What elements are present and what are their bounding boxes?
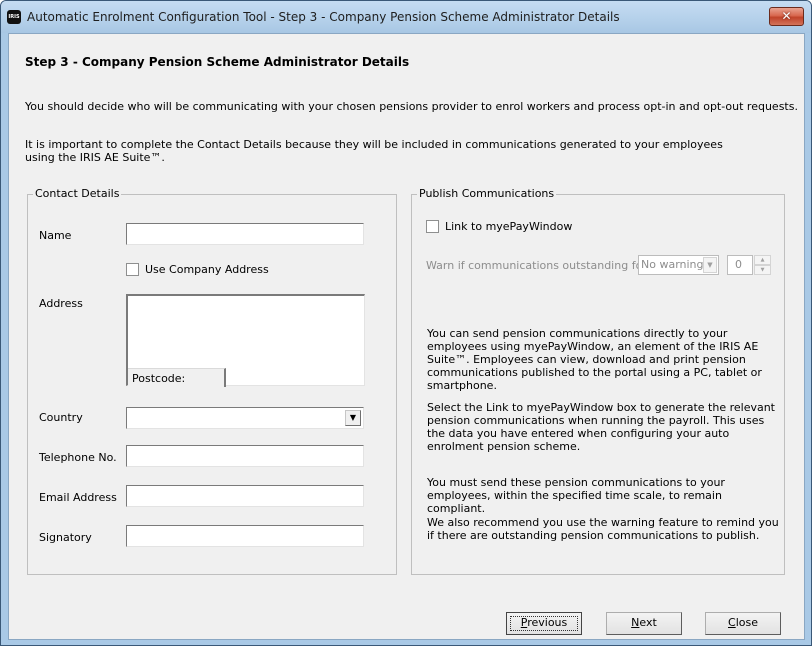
warn-count-spinner[interactable]: 0 ▲ ▼ [727, 255, 771, 275]
arrow-down-icon: ▼ [760, 267, 765, 273]
signatory-label: Signatory [39, 531, 92, 544]
close-accel: C [728, 616, 736, 629]
postcode-label-box: Postcode: [128, 368, 226, 387]
use-company-address-label[interactable]: Use Company Address [145, 263, 269, 276]
link-to-myepaywindow-checkbox[interactable] [426, 220, 439, 233]
email-input[interactable] [126, 485, 364, 507]
chevron-down-icon: ▼ [707, 261, 713, 269]
arrow-up-icon: ▲ [760, 257, 765, 263]
publish-communications-legend: Publish Communications [417, 187, 557, 200]
warn-period-dropdown-button[interactable]: ▼ [703, 257, 717, 273]
info-paragraph-4: We also recommend you use the warning fe… [427, 516, 779, 542]
spin-down-button[interactable]: ▼ [754, 265, 771, 275]
publish-communications-group: Publish Communications Link to myePayWin… [411, 187, 785, 575]
address-label: Address [39, 297, 83, 310]
address-textarea[interactable]: Postcode: [126, 294, 365, 387]
contact-details-group: Contact Details Name Use Company Address… [27, 187, 397, 575]
window-close-button[interactable]: ✕ [769, 7, 804, 26]
contact-details-legend: Contact Details [33, 187, 122, 200]
country-select[interactable]: ▼ [126, 407, 364, 429]
spin-buttons: ▲ ▼ [754, 255, 771, 275]
dialog-client-area: Step 3 - Company Pension Scheme Administ… [8, 33, 805, 640]
title-bar[interactable]: IRIS Automatic Enrolment Configuration T… [1, 1, 811, 33]
telephone-input[interactable] [126, 445, 364, 467]
next-button[interactable]: Next [606, 612, 682, 635]
focus-ring [510, 616, 578, 631]
info-paragraph-3: You must send these pension communicatio… [427, 476, 725, 515]
postcode-input[interactable] [228, 368, 363, 386]
dialog-window: IRIS Automatic Enrolment Configuration T… [0, 0, 812, 646]
country-label: Country [39, 411, 83, 424]
warn-period-value: No warning [641, 258, 704, 271]
name-label: Name [39, 229, 72, 242]
telephone-label: Telephone No. [39, 451, 117, 464]
next-label: ext [639, 616, 657, 629]
warn-period-select[interactable]: No warning ▼ [638, 255, 719, 275]
name-input[interactable] [126, 223, 364, 245]
page-title: Step 3 - Company Pension Scheme Administ… [25, 55, 410, 69]
intro-paragraph-2: It is important to complete the Contact … [25, 138, 723, 164]
intro-paragraph-1: You should decide who will be communicat… [25, 100, 798, 113]
info-paragraph-2: Select the Link to myePayWindow box to g… [427, 401, 775, 453]
warn-label: Warn if communications outstanding for [426, 259, 647, 272]
use-company-address-checkbox[interactable] [126, 263, 139, 276]
signatory-input[interactable] [126, 525, 364, 547]
email-label: Email Address [39, 491, 117, 504]
previous-button[interactable]: Previous [506, 612, 582, 635]
close-button[interactable]: Close [705, 612, 781, 635]
window-title: Automatic Enrolment Configuration Tool -… [27, 10, 620, 24]
close-icon: ✕ [781, 9, 792, 23]
postcode-label: Postcode: [132, 372, 186, 385]
warn-count-input[interactable]: 0 [727, 255, 753, 275]
country-dropdown-button[interactable]: ▼ [345, 410, 361, 426]
close-label: lose [735, 616, 758, 629]
info-paragraph-1: You can send pension communications dire… [427, 327, 762, 392]
spin-up-button[interactable]: ▲ [754, 255, 771, 265]
chevron-down-icon: ▼ [349, 413, 357, 422]
link-to-myepaywindow-label[interactable]: Link to myePayWindow [445, 220, 572, 233]
app-icon: IRIS [7, 10, 21, 24]
